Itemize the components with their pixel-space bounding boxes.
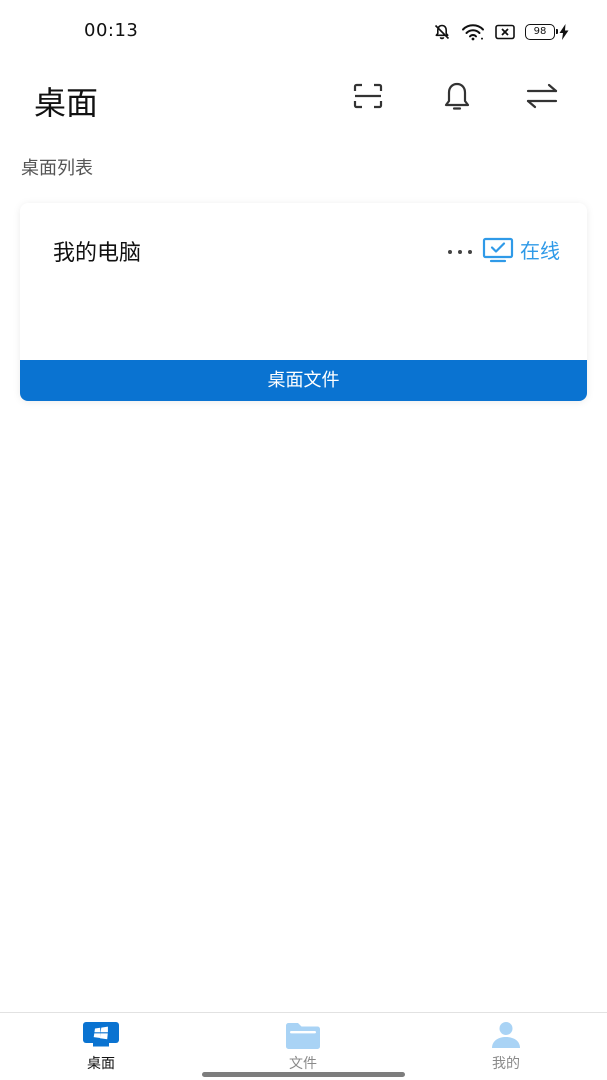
desktop-card[interactable]: 我的电脑 在线 桌面文件 xyxy=(20,203,587,401)
home-indicator[interactable] xyxy=(202,1072,405,1077)
nav-item-files[interactable]: 文件 xyxy=(243,1021,363,1079)
nav-label-desktop: 桌面 xyxy=(87,1056,115,1072)
switch-button[interactable] xyxy=(522,78,562,118)
status-badge: 在线 xyxy=(482,235,560,264)
section-label: 桌面列表 xyxy=(21,158,93,179)
status-time: 00:13 xyxy=(84,20,139,41)
nav-label-mine: 我的 xyxy=(492,1056,520,1072)
more-options-button[interactable] xyxy=(444,237,476,261)
bell-icon xyxy=(442,81,472,115)
nav-label-files: 文件 xyxy=(289,1056,317,1072)
desktop-files-button[interactable]: 桌面文件 xyxy=(20,360,587,401)
status-bar: 00:13 98 xyxy=(0,0,607,64)
desktop-icon xyxy=(81,1021,121,1049)
bottom-nav: 桌面 文件 我的 xyxy=(0,1012,607,1080)
app-header: 桌面 xyxy=(0,64,607,134)
user-icon xyxy=(486,1021,526,1049)
scan-icon xyxy=(353,83,383,113)
swap-icon xyxy=(525,83,559,113)
monitor-check-icon xyxy=(482,237,514,263)
page-title: 桌面 xyxy=(34,84,99,122)
more-icon xyxy=(446,240,474,259)
folder-icon xyxy=(283,1021,323,1049)
scan-button[interactable] xyxy=(348,78,388,118)
status-text: 在线 xyxy=(520,239,560,263)
nav-item-mine[interactable]: 我的 xyxy=(446,1021,566,1079)
charging-icon xyxy=(559,24,569,40)
nav-item-desktop[interactable]: 桌面 xyxy=(41,1021,161,1079)
notifications-button[interactable] xyxy=(437,78,477,118)
bell-off-icon xyxy=(433,23,451,41)
wifi-icon xyxy=(461,23,485,41)
status-icons: 98 xyxy=(433,20,569,44)
close-box-icon xyxy=(495,24,515,40)
battery-icon: 98 xyxy=(525,24,558,40)
desktop-name: 我的电脑 xyxy=(53,241,142,266)
